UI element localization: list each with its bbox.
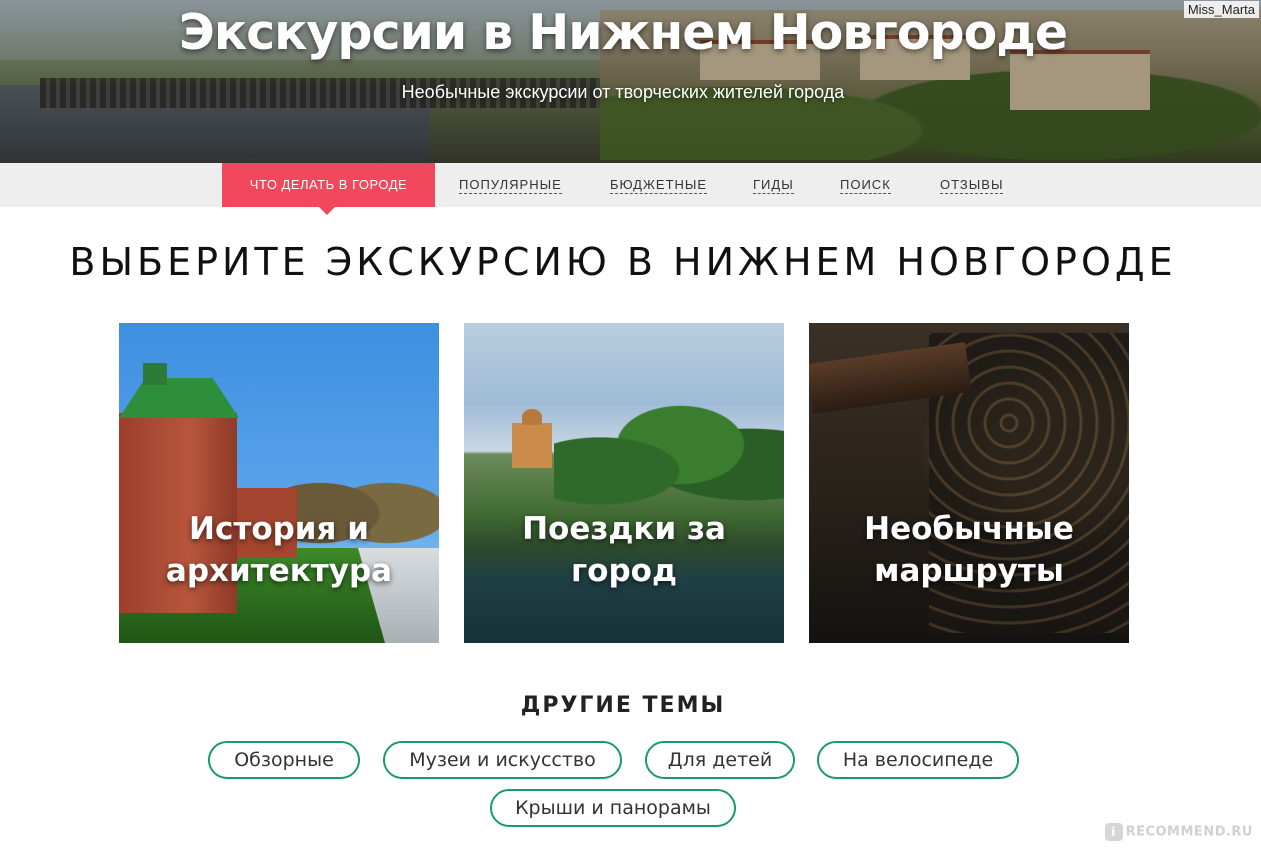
hero-subtitle: Необычные экскурсии от творческих жителе…: [401, 82, 845, 102]
page-heading: ВЫБЕРИТЕ ЭКСКУРСИЮ В НИЖНЕМ НОВГОРОДЕ: [69, 240, 1177, 284]
card-label: Поездки за город: [522, 511, 726, 589]
nav-link-popular[interactable]: ПОПУЛЯРНЫЕ: [459, 163, 562, 207]
nav-tab-what-to-do[interactable]: ЧТО ДЕЛАТЬ В ГОРОДЕ: [222, 163, 435, 215]
tag-overview[interactable]: Обзорные: [208, 741, 360, 779]
nav-link-label: БЮДЖЕТНЫЕ: [610, 177, 708, 194]
recommend-logo-icon: i: [1104, 823, 1123, 841]
forest-image: [554, 393, 784, 523]
hero-banner: Экскурсии в Нижнем Новгороде Необычные э…: [0, 0, 1261, 163]
author-watermark: Miss_Marta: [1183, 1, 1259, 18]
nav-link-reviews[interactable]: ОТЗЫВЫ: [940, 163, 1004, 207]
hero-title: Экскурсии в Нижнем Новгороде: [178, 4, 1068, 61]
tag-museums-art[interactable]: Музеи и искусство: [383, 741, 622, 779]
card-label: История и архитектура: [165, 511, 393, 589]
nav-link-search[interactable]: ПОИСК: [840, 163, 891, 207]
card-countryside-trips[interactable]: Поездки за город: [464, 323, 784, 643]
other-topics-title: ДРУГИЕ ТЕМЫ: [520, 693, 726, 718]
tag-for-kids[interactable]: Для детей: [645, 741, 795, 779]
nav-link-label: ПОИСК: [840, 177, 891, 194]
nav-link-guides[interactable]: ГИДЫ: [753, 163, 794, 207]
nav-link-label: ОТЗЫВЫ: [940, 177, 1004, 194]
nav-link-budget[interactable]: БЮДЖЕТНЫЕ: [610, 163, 708, 207]
site-watermark: i RECOMMEND.RU: [1104, 823, 1253, 841]
tag-by-bicycle[interactable]: На велосипеде: [817, 741, 1019, 779]
main-nav: ЧТО ДЕЛАТЬ В ГОРОДЕ ПОПУЛЯРНЫЕ БЮДЖЕТНЫЕ…: [0, 163, 1261, 215]
card-unusual-routes[interactable]: Необычные маршруты: [809, 323, 1129, 643]
tag-roofs-panoramas[interactable]: Крыши и панорамы: [490, 789, 736, 827]
nav-link-label: ПОПУЛЯРНЫЕ: [459, 177, 562, 194]
church-image: [512, 409, 552, 468]
card-label: Необычные маршруты: [864, 511, 1074, 589]
card-history-architecture[interactable]: История и архитектура: [119, 323, 439, 643]
nav-link-label: ГИДЫ: [753, 177, 794, 194]
